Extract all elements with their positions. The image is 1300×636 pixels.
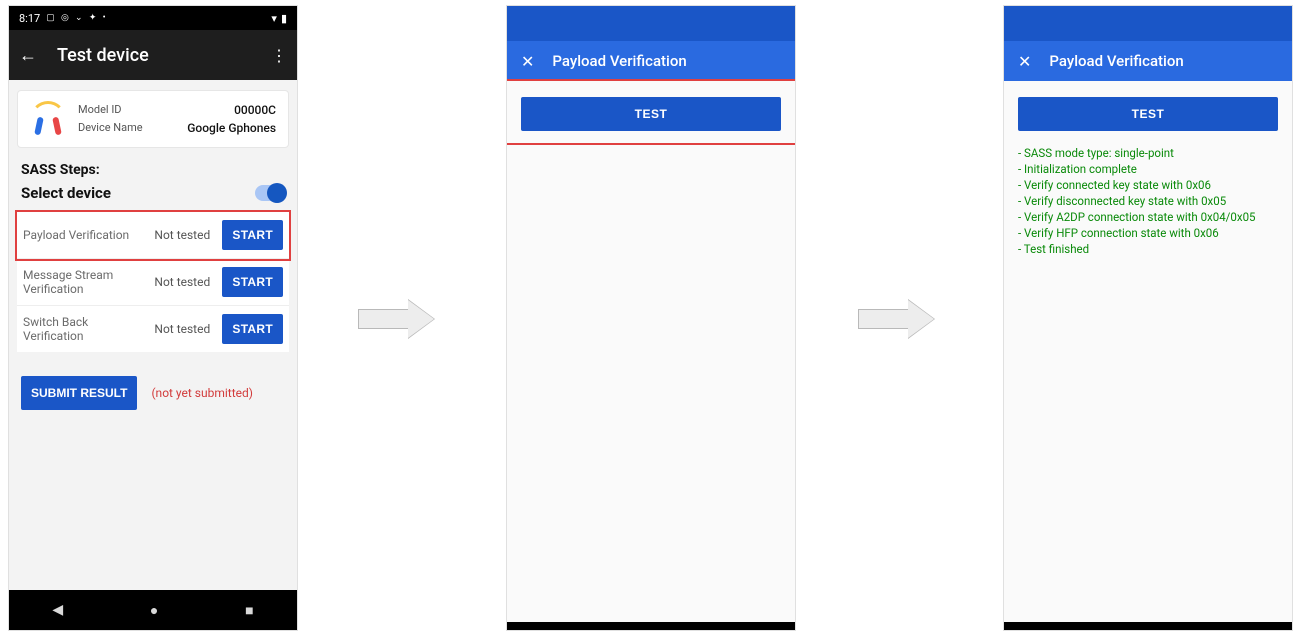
log-line: - Verify connected key state with 0x06	[1018, 177, 1278, 193]
blue-header	[507, 6, 795, 41]
blue-subheader: ✕ Payload Verification	[507, 41, 795, 81]
start-button[interactable]: START	[222, 220, 283, 250]
test-status: Not tested	[154, 275, 222, 289]
blue-subheader: ✕ Payload Verification	[1004, 41, 1292, 81]
log-line: - Verify disconnected key state with 0x0…	[1018, 193, 1278, 209]
page-title: Payload Verification	[1049, 52, 1183, 70]
test-name: Message Stream Verification	[23, 268, 154, 296]
flow-arrow-icon	[858, 300, 938, 338]
blue-header	[1004, 6, 1292, 41]
start-button[interactable]: START	[222, 267, 283, 297]
status-left-icons: ▢ ◎ ⌄ ✦ •	[46, 13, 107, 23]
back-icon[interactable]: ←	[19, 45, 37, 66]
model-id-label: Model ID	[78, 101, 122, 119]
android-nav-bar: ◀ ● ■	[9, 590, 297, 630]
test-button[interactable]: TEST	[521, 97, 781, 131]
overflow-icon[interactable]: ⋮	[271, 46, 287, 65]
log-line: - Verify A2DP connection state with 0x04…	[1018, 209, 1278, 225]
device-name-label: Device Name	[78, 119, 143, 137]
nav-home-icon[interactable]: ●	[150, 602, 158, 619]
screen-test-device: 8:17 ▢ ◎ ⌄ ✦ • ▾ ▮ ← Test device ⋮ Model…	[8, 5, 298, 631]
test-name: Payload Verification	[23, 228, 154, 242]
log-line: - SASS mode type: single-point	[1018, 145, 1278, 161]
screen-payload-after: ✕ Payload Verification TEST - SASS mode …	[1003, 5, 1293, 631]
page-title: Test device	[57, 45, 149, 66]
headphones-icon	[30, 101, 66, 137]
test-name: Switch Back Verification	[23, 315, 154, 343]
model-id-value: 00000C	[234, 101, 276, 119]
test-row-switch-back: Switch Back Verification Not tested STAR…	[17, 306, 289, 352]
close-icon[interactable]: ✕	[521, 52, 534, 71]
test-list: Payload Verification Not tested START Me…	[17, 212, 289, 352]
select-device-label: Select device	[21, 184, 111, 202]
test-log: - SASS mode type: single-point - Initial…	[1004, 143, 1292, 259]
submit-status: (not yet submitted)	[151, 386, 253, 400]
wifi-icon: ▾	[271, 12, 277, 25]
log-line: - Verify HFP connection state with 0x06	[1018, 225, 1278, 241]
nav-recents-icon[interactable]: ■	[245, 602, 253, 619]
sass-steps-label: SASS Steps:	[21, 162, 285, 178]
status-bar: 8:17 ▢ ◎ ⌄ ✦ • ▾ ▮	[9, 6, 297, 30]
test-button[interactable]: TEST	[1018, 97, 1278, 131]
test-row-payload: Payload Verification Not tested START	[17, 212, 289, 259]
log-line: - Test finished	[1018, 241, 1278, 257]
close-icon[interactable]: ✕	[1018, 52, 1031, 71]
start-button[interactable]: START	[222, 314, 283, 344]
battery-icon: ▮	[281, 12, 287, 25]
select-device-toggle[interactable]	[255, 185, 285, 201]
device-name-value: Google Gphones	[187, 119, 276, 137]
device-card: Model ID 00000C Device Name Google Gphon…	[17, 90, 289, 148]
status-time: 8:17	[19, 12, 40, 25]
screen-payload-before: ✕ Payload Verification TEST	[506, 5, 796, 631]
flow-arrow-icon	[358, 300, 438, 338]
app-bar: ← Test device ⋮	[9, 30, 297, 80]
test-status: Not tested	[154, 228, 222, 242]
submit-result-button[interactable]: SUBMIT RESULT	[21, 376, 137, 410]
bottom-bar	[1004, 622, 1292, 630]
nav-back-icon[interactable]: ◀	[52, 602, 63, 618]
page-title: Payload Verification	[552, 52, 686, 70]
test-row-message-stream: Message Stream Verification Not tested S…	[17, 259, 289, 306]
test-status: Not tested	[154, 322, 222, 336]
bottom-bar	[507, 622, 795, 630]
log-line: - Initialization complete	[1018, 161, 1278, 177]
